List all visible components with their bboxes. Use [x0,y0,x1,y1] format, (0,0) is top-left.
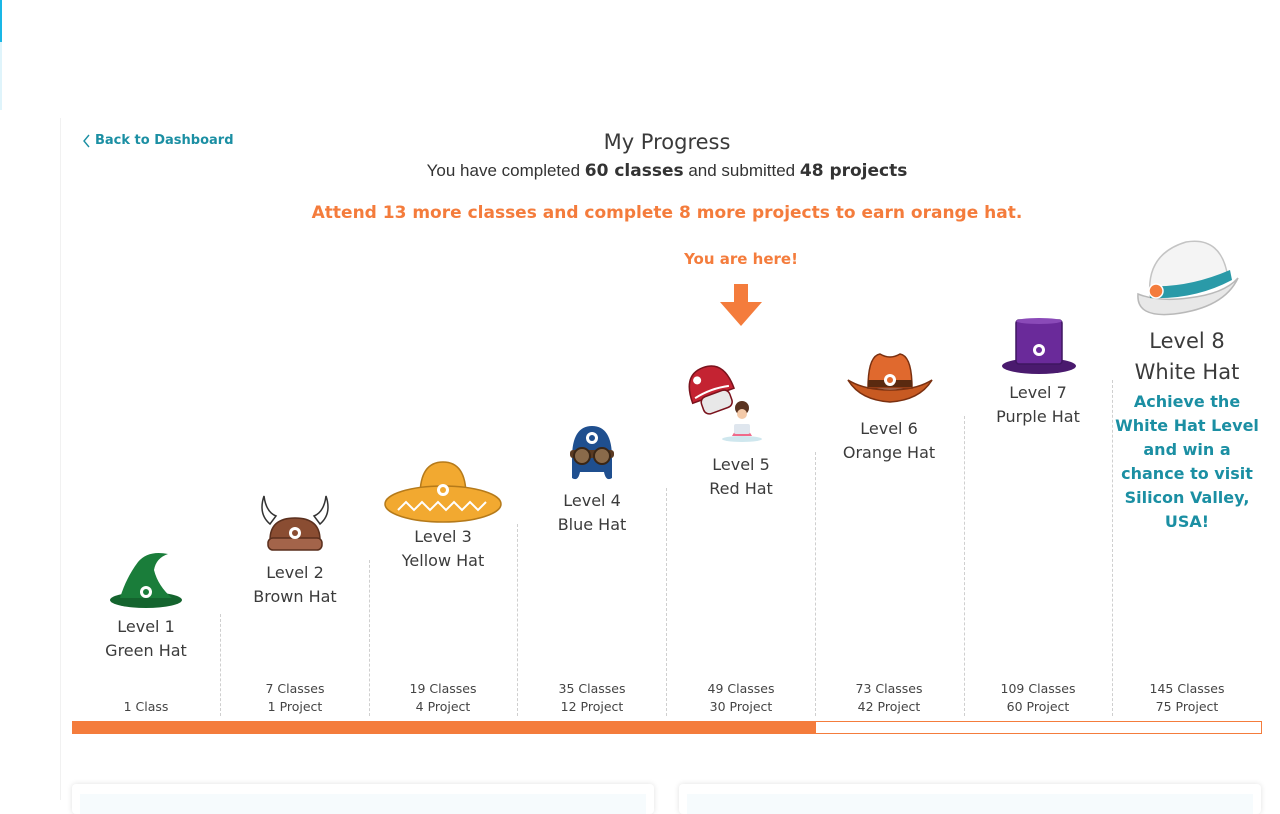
progress-fill [73,722,816,733]
hat-name: White Hat [1134,360,1240,384]
classes-required: 35 Classes [558,681,626,696]
sidebar-edge [0,0,2,110]
level-5-requirement: 49 Classes 30 Project [667,680,815,716]
hat-name: Blue Hat [557,515,627,534]
summary-prefix: You have completed [426,161,585,180]
brown-viking-helmet-icon [261,495,329,551]
purple-top-hat-icon [1002,318,1076,374]
classes-required: 145 Classes [1149,681,1225,696]
blue-aviator-cap-icon [570,426,614,480]
white-hat-promo: Achieve the White Hat Level and win a ch… [1115,392,1259,531]
level-number: Level 2 [266,563,324,582]
summary-middle: and submitted [683,161,800,180]
level-7-requirement: 109 Classes 60 Project [964,680,1112,716]
hat-name: Red Hat [709,479,773,498]
level-number: Level 8 [1149,329,1225,353]
level-6-requirement: 73 Classes 42 Project [815,680,963,716]
level-3-requirement: 19 Classes 4 Project [369,680,517,716]
projects-required: 75 Project [1155,699,1219,714]
level-6: Level 6 Orange Hat [815,417,963,465]
hat-name: Orange Hat [842,443,936,462]
level-number: Level 7 [1009,383,1067,402]
red-cap-icon [688,365,762,442]
yellow-sombrero-icon [384,461,502,523]
level-2-requirement: 7 Classes 1 Project [221,680,369,716]
projects-required: 60 Project [1006,699,1070,714]
level-2: Level 2 Brown Hat [221,561,369,609]
level-7: Level 7 Purple Hat [964,381,1112,429]
classes-required: 73 Classes [855,681,923,696]
white-fedora-icon [1137,240,1239,316]
level-divider [964,416,965,716]
level-progress-bar [72,721,1262,734]
level-3: Level 3 Yellow Hat [369,525,517,573]
level-number: Level 5 [712,455,770,474]
level-number: Level 1 [117,617,175,636]
page-title: My Progress [603,130,731,154]
level-1-requirement: 1 Class [72,698,220,716]
level-5: Level 5 Red Hat [667,453,815,501]
level-divider [815,452,816,716]
classes-required: 49 Classes [707,681,775,696]
hat-name: Purple Hat [996,407,1080,426]
completion-summary: You have completed 60 classes and submit… [0,161,1280,181]
hat-name: Brown Hat [253,587,337,606]
bottom-card-right [679,784,1261,814]
projects-count: 48 projects [799,161,908,181]
green-wizard-hat-icon [110,553,182,608]
bottom-card-left [72,784,654,814]
level-number: Level 4 [563,491,621,510]
you-are-here-label: You are here! [684,250,798,268]
next-goal-message: Attend 13 more classes and complete 8 mo… [311,203,1023,223]
projects-required: 1 Project [267,699,323,714]
projects-required: 4 Project [415,699,471,714]
level-4: Level 4 Blue Hat [518,489,666,537]
hat-name: Yellow Hat [401,551,485,570]
classes-required: 7 Classes [265,681,325,696]
classes-required: 109 Classes [1000,681,1076,696]
classes-count: 60 classes [584,161,684,181]
arrow-down-icon [720,284,762,326]
projects-required: 12 Project [560,699,624,714]
level-4-requirement: 35 Classes 12 Project [518,680,666,716]
hat-name: Green Hat [105,641,187,660]
classes-required: 1 Class [123,699,169,714]
classes-required: 19 Classes [409,681,477,696]
projects-required: 42 Project [857,699,921,714]
level-8-requirement: 145 Classes 75 Project [1113,680,1261,716]
projects-required: 30 Project [709,699,773,714]
level-1: Level 1 Green Hat [72,615,220,663]
level-number: Level 6 [860,419,918,438]
level-8: Level 8 White Hat Achieve the White Hat … [1113,326,1261,534]
level-number: Level 3 [414,527,472,546]
orange-cowboy-hat-icon [847,353,933,403]
